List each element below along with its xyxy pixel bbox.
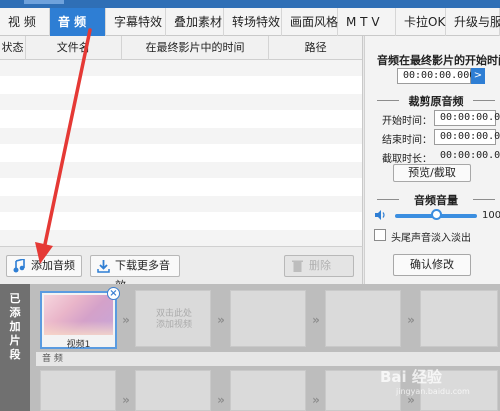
- chevron-right-icon: >: [473, 70, 483, 81]
- empty-clip-slot[interactable]: [230, 290, 306, 347]
- added-clips-tab[interactable]: 已 添 加 片 段: [0, 284, 30, 411]
- placeholder-line-1: 双击此处: [155, 309, 192, 319]
- title-bar-text-fragment: [24, 0, 64, 4]
- fade-in-out-checkbox[interactable]: [374, 229, 386, 241]
- tab-overlay-materials[interactable]: 叠加素材: [166, 8, 224, 36]
- delete-button[interactable]: 删除: [284, 255, 354, 277]
- table-row: [0, 111, 362, 128]
- trim-section-title: 裁剪原音频: [377, 93, 495, 108]
- empty-clip-slot[interactable]: [325, 290, 401, 347]
- trim-start-input[interactable]: 00:00:00.000: [434, 110, 500, 126]
- confirm-changes-button[interactable]: 确认修改: [393, 254, 471, 276]
- column-status[interactable]: 状态: [0, 36, 26, 60]
- table-row: [0, 213, 362, 230]
- add-video-placeholder-slot[interactable]: 双击此处 添加视频: [135, 290, 211, 347]
- download-icon: [97, 260, 110, 273]
- table-row: [0, 196, 362, 213]
- volume-value: 100%: [482, 210, 500, 221]
- download-more-sounds-button[interactable]: 下载更多音效: [90, 255, 180, 292]
- fade-in-out-label: 头尾声音淡入淡出: [391, 233, 471, 244]
- tab-transition-effects[interactable]: 转场特效: [224, 8, 282, 36]
- chevron-right-icon: »: [217, 313, 225, 327]
- remove-clip-close-icon[interactable]: ×: [107, 287, 120, 300]
- chevron-right-icon: »: [122, 313, 130, 327]
- start-time-apply-button[interactable]: >: [471, 68, 485, 84]
- start-time-input[interactable]: 00:00:00.000: [397, 68, 475, 84]
- start-time-title: 音频在最终影片的开始时间: [377, 54, 500, 67]
- column-filename[interactable]: 文件名: [26, 36, 122, 60]
- title-bar: [0, 0, 500, 8]
- main-tabs: 视 频 音 频 字幕特效 叠加素材 转场特效 画面风格 M T V 卡拉OK 升…: [0, 8, 500, 36]
- audio-slot[interactable]: [230, 370, 306, 411]
- side-tab-char: 加: [9, 320, 21, 333]
- volume-section-title: 音频音量: [377, 192, 495, 207]
- placeholder-line-2: 添加视频: [155, 320, 192, 330]
- audio-slot[interactable]: [135, 370, 211, 411]
- audio-toolbar: 添加音频 下载更多音效 删除: [0, 246, 363, 292]
- video-clip-1[interactable]: 视频1: [40, 291, 117, 350]
- duration-value: 00:00:00.000: [434, 148, 500, 164]
- tab-video[interactable]: 视 频: [0, 8, 50, 36]
- table-row: [0, 77, 362, 94]
- chevron-right-icon: »: [122, 393, 130, 407]
- side-tab-char: 段: [9, 348, 21, 361]
- audio-settings-panel: 音频在最终影片的开始时间 00:00:00.000 > 裁剪原音频 开始时间： …: [364, 36, 500, 284]
- duration-label: 截取时长：: [382, 154, 432, 165]
- chevron-right-icon: »: [312, 393, 320, 407]
- baidu-jingyan-watermark: Bai 经验 jingyan.baidu.com: [380, 366, 470, 396]
- add-audio-label: 添加音频: [31, 259, 75, 272]
- add-audio-button[interactable]: 添加音频: [6, 255, 82, 277]
- music-add-icon: [13, 259, 25, 273]
- table-row: [0, 128, 362, 145]
- trim-start-label: 开始时间：: [382, 116, 432, 127]
- tab-karaoke[interactable]: 卡拉OK: [396, 8, 446, 36]
- chevron-right-icon: »: [217, 393, 225, 407]
- tab-mtv[interactable]: M T V: [338, 8, 396, 36]
- empty-clip-slot[interactable]: [420, 290, 498, 347]
- side-tab-char: 添: [9, 306, 21, 319]
- tab-subtitle-effects[interactable]: 字幕特效: [106, 8, 166, 36]
- table-row: [0, 94, 362, 111]
- audio-file-table: 状态 文件名 在最终影片中的时间 路径: [0, 36, 363, 247]
- table-row: [0, 179, 362, 196]
- tab-audio[interactable]: 音 频: [50, 8, 106, 36]
- column-path[interactable]: 路径: [269, 36, 362, 60]
- table-body: [0, 60, 362, 247]
- volume-slider-handle[interactable]: [431, 209, 442, 220]
- audio-track-label: 音 频: [36, 352, 500, 366]
- tab-upgrade-service[interactable]: 升级与服: [446, 8, 500, 36]
- watermark-main: Bai 经验: [380, 368, 442, 386]
- trash-icon: [292, 260, 303, 272]
- table-row: [0, 60, 362, 77]
- preview-trim-button[interactable]: 预览/截取: [393, 164, 471, 182]
- side-tab-char: 片: [9, 334, 21, 347]
- table-row: [0, 162, 362, 179]
- delete-label: 删除: [309, 259, 331, 272]
- column-time-in-movie[interactable]: 在最终影片中的时间: [122, 36, 270, 60]
- placeholder-text: 双击此处 添加视频: [136, 309, 212, 331]
- tab-picture-style[interactable]: 画面风格: [282, 8, 338, 36]
- table-header: 状态 文件名 在最终影片中的时间 路径: [0, 36, 362, 60]
- watermark-sub: jingyan.baidu.com: [396, 387, 470, 396]
- side-tab-char: 已: [9, 292, 21, 305]
- chevron-right-icon: »: [312, 313, 320, 327]
- clip-caption: 视频1: [66, 340, 91, 350]
- trim-end-label: 结束时间：: [382, 135, 432, 146]
- table-row: [0, 230, 362, 247]
- clip-thumbnail: [44, 295, 113, 335]
- audio-slot[interactable]: [40, 370, 116, 411]
- chevron-right-icon: »: [407, 313, 415, 327]
- speaker-icon: [375, 210, 385, 220]
- trim-end-input[interactable]: 00:00:00.000: [434, 129, 500, 145]
- table-row: [0, 145, 362, 162]
